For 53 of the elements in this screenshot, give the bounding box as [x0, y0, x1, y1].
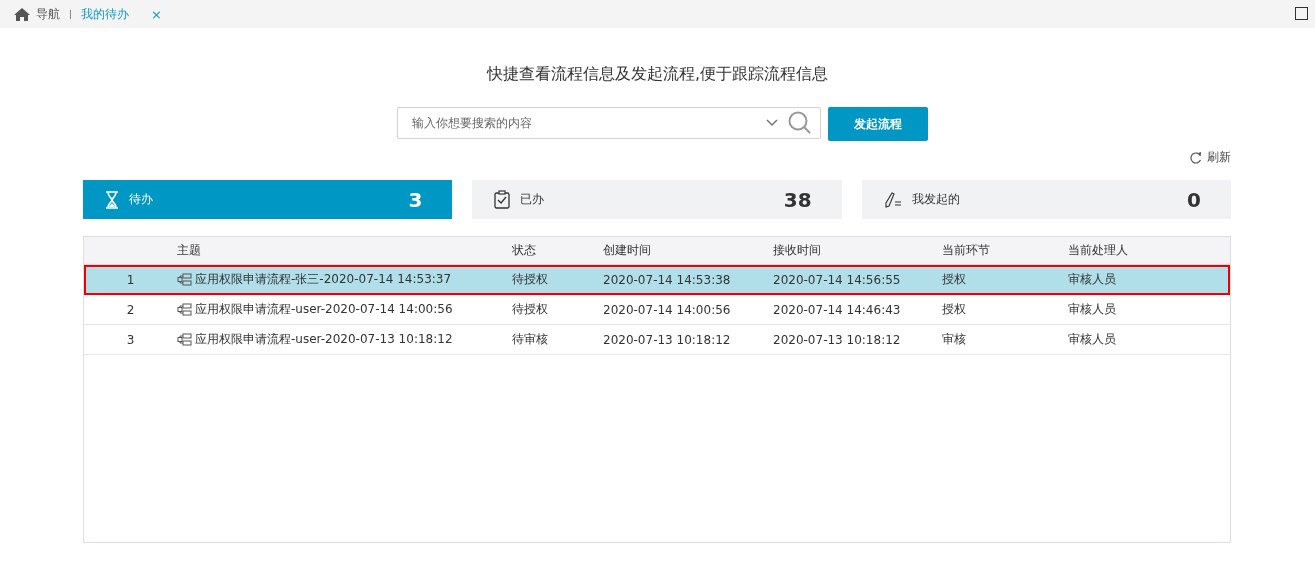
- tab-label: 已办: [520, 191, 546, 208]
- flow-icon: [177, 303, 192, 316]
- clipboard-check-icon: [494, 190, 511, 209]
- chevron-down-icon: [766, 119, 778, 127]
- table-row[interactable]: 1 应用权限申请流程-张三-2020-07-14 14:53:37 待授权 2020-07-14 14:53:38 2020-07-14 14:56:55 授权 审核人员: [84, 265, 1230, 295]
- refresh-button[interactable]: 刷新: [1190, 149, 1231, 166]
- table-cell: 2020-07-14 14:46:43: [773, 302, 901, 317]
- tab-count: 3: [408, 187, 423, 212]
- table-cell: 2: [126, 302, 135, 317]
- table-cell: 审核人员: [1068, 301, 1116, 318]
- home-icon: [14, 7, 30, 21]
- pen-icon: [883, 191, 902, 208]
- column-header: 当前处理人: [1068, 242, 1128, 259]
- table-cell: 应用权限申请流程-user-2020-07-13 10:18:12: [195, 331, 453, 348]
- column-header: 当前环节: [942, 242, 990, 259]
- table-cell: 应用权限申请流程-张三-2020-07-14 14:53:37: [195, 271, 452, 288]
- column-header: 接收时间: [773, 242, 821, 259]
- table-cell: 2020-07-13 10:18:12: [603, 332, 731, 347]
- table-cell: 审核: [942, 331, 966, 348]
- tab-count: 38: [783, 187, 812, 212]
- table-cell: 授权: [942, 301, 966, 318]
- table-cell: 授权: [942, 271, 966, 288]
- table-cell: 2020-07-14 14:56:55: [773, 272, 901, 287]
- tab-label: 我发起的: [911, 191, 961, 208]
- summary-tab[interactable]: 我发起的 0: [861, 180, 1231, 219]
- column-header: 主题: [177, 242, 201, 259]
- search-icon[interactable]: [788, 111, 812, 135]
- column-header: 创建时间: [603, 242, 651, 259]
- nav-tab[interactable]: 导航: [14, 5, 60, 23]
- table-cell: 2020-07-14 14:53:38: [603, 272, 731, 287]
- flow-icon: [177, 273, 192, 286]
- tab-count: 0: [1187, 187, 1201, 212]
- table-cell: 待授权: [512, 271, 548, 288]
- table-cell: 3: [126, 332, 135, 347]
- table-cell: 应用权限申请流程-user-2020-07-14 14:00:56: [195, 301, 453, 318]
- maximize-icon[interactable]: [1295, 7, 1308, 20]
- hourglass-icon: [105, 190, 119, 209]
- table-cell: 2020-07-14 14:00:56: [603, 302, 731, 317]
- table-row[interactable]: 2 应用权限申请流程-user-2020-07-14 14:00:56 待授权 2020-07-14 14:00:56 2020-07-14 14:46:43 授权 审核人员: [84, 295, 1230, 325]
- table-cell: 审核人员: [1068, 271, 1116, 288]
- flow-icon: [177, 333, 192, 346]
- tab-label: 待办: [129, 191, 154, 208]
- table-cell: 2020-07-13 10:18:12: [773, 332, 901, 347]
- table-cell: 待授权: [512, 301, 548, 318]
- table-cell: 审核人员: [1068, 331, 1116, 348]
- refresh-icon: [1190, 151, 1202, 164]
- column-header: 状态: [512, 242, 536, 259]
- table-cell: 待审核: [512, 331, 548, 348]
- page-heading: 快捷查看流程信息及发起流程,便于跟踪流程信息: [485, 64, 830, 85]
- table-cell: 1: [126, 272, 135, 287]
- summary-tab[interactable]: 已办 38: [472, 180, 842, 219]
- table-row[interactable]: 3 应用权限申请流程-user-2020-07-13 10:18:12 待审核 2020-07-13 10:18:12 2020-07-13 10:18:12 审核 审核人员: [84, 325, 1230, 355]
- search-field[interactable]: 输入你想要搜索的内容: [397, 107, 821, 139]
